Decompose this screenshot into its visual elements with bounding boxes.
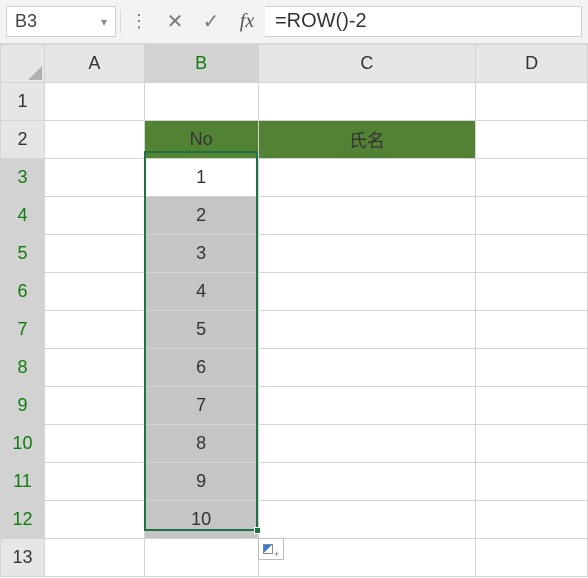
- cell-a9[interactable]: [44, 387, 144, 425]
- row-head-2[interactable]: 2: [1, 121, 45, 159]
- cell-a8[interactable]: [44, 349, 144, 387]
- cell-d7[interactable]: [476, 311, 588, 349]
- cell-b7[interactable]: 5: [144, 311, 258, 349]
- row-head-7[interactable]: 7: [1, 311, 45, 349]
- row-head-6[interactable]: 6: [1, 273, 45, 311]
- plus-icon: +: [274, 549, 279, 559]
- cell-b2-header-no[interactable]: No: [144, 121, 258, 159]
- enter-icon[interactable]: ✓: [193, 0, 229, 43]
- cell-d10[interactable]: [476, 425, 588, 463]
- cell-c5[interactable]: [258, 235, 476, 273]
- cell-d12[interactable]: [476, 501, 588, 539]
- cell-d5[interactable]: [476, 235, 588, 273]
- cell-a5[interactable]: [44, 235, 144, 273]
- more-icon[interactable]: ⋮: [121, 0, 157, 43]
- cell-d2[interactable]: [476, 121, 588, 159]
- col-head-b[interactable]: B: [144, 45, 258, 83]
- cell-b12[interactable]: 10: [144, 501, 258, 539]
- row-head-11[interactable]: 11: [1, 463, 45, 501]
- fx-icon[interactable]: fx: [229, 0, 265, 43]
- cell-c2-header-name[interactable]: 氏名: [258, 121, 476, 159]
- cell-c4[interactable]: [258, 197, 476, 235]
- cell-a10[interactable]: [44, 425, 144, 463]
- cell-b6[interactable]: 4: [144, 273, 258, 311]
- cell-b10[interactable]: 8: [144, 425, 258, 463]
- cell-a6[interactable]: [44, 273, 144, 311]
- cell-c6[interactable]: [258, 273, 476, 311]
- row-head-4[interactable]: 4: [1, 197, 45, 235]
- fill-handle[interactable]: [254, 527, 261, 534]
- chevron-down-icon[interactable]: ▾: [101, 15, 107, 29]
- col-head-c[interactable]: C: [258, 45, 476, 83]
- name-box-value: B3: [15, 11, 37, 32]
- formula-text: =ROW()-2: [275, 10, 367, 33]
- cell-c10[interactable]: [258, 425, 476, 463]
- select-all-corner[interactable]: [1, 45, 45, 83]
- row-head-10[interactable]: 10: [1, 425, 45, 463]
- name-box[interactable]: B3 ▾: [6, 6, 116, 37]
- cell-d1[interactable]: [476, 83, 588, 121]
- cell-d3[interactable]: [476, 159, 588, 197]
- cell-c7[interactable]: [258, 311, 476, 349]
- row-head-9[interactable]: 9: [1, 387, 45, 425]
- cell-b13[interactable]: [144, 539, 258, 577]
- autofill-options-button[interactable]: +: [258, 538, 284, 560]
- row-head-8[interactable]: 8: [1, 349, 45, 387]
- cancel-icon[interactable]: ✕: [157, 0, 193, 43]
- cell-c11[interactable]: [258, 463, 476, 501]
- cell-b11[interactable]: 9: [144, 463, 258, 501]
- cell-a1[interactable]: [44, 83, 144, 121]
- cell-a7[interactable]: [44, 311, 144, 349]
- grid-table: A B C D 1 2 No 氏名 3 1 4 2: [0, 44, 588, 577]
- cell-b1[interactable]: [144, 83, 258, 121]
- cell-c1[interactable]: [258, 83, 476, 121]
- cell-b5[interactable]: 3: [144, 235, 258, 273]
- cell-d8[interactable]: [476, 349, 588, 387]
- cell-b4[interactable]: 2: [144, 197, 258, 235]
- cell-a13[interactable]: [44, 539, 144, 577]
- cell-a4[interactable]: [44, 197, 144, 235]
- cell-d6[interactable]: [476, 273, 588, 311]
- cell-a12[interactable]: [44, 501, 144, 539]
- spreadsheet-grid: A B C D 1 2 No 氏名 3 1 4 2: [0, 44, 588, 577]
- row-head-1[interactable]: 1: [1, 83, 45, 121]
- cell-d13[interactable]: [476, 539, 588, 577]
- cell-a11[interactable]: [44, 463, 144, 501]
- autofill-icon: [263, 544, 273, 554]
- formula-bar: B3 ▾ ⋮ ✕ ✓ fx =ROW()-2: [0, 0, 588, 44]
- cell-b8[interactable]: 6: [144, 349, 258, 387]
- cell-d4[interactable]: [476, 197, 588, 235]
- cell-c13[interactable]: [258, 539, 476, 577]
- col-head-a[interactable]: A: [44, 45, 144, 83]
- cell-d9[interactable]: [476, 387, 588, 425]
- cell-c12[interactable]: [258, 501, 476, 539]
- row-head-5[interactable]: 5: [1, 235, 45, 273]
- formula-input[interactable]: =ROW()-2: [265, 6, 582, 37]
- cell-a2[interactable]: [44, 121, 144, 159]
- row-head-13[interactable]: 13: [1, 539, 45, 577]
- cell-c8[interactable]: [258, 349, 476, 387]
- cell-d11[interactable]: [476, 463, 588, 501]
- cell-b9[interactable]: 7: [144, 387, 258, 425]
- row-head-3[interactable]: 3: [1, 159, 45, 197]
- col-head-d[interactable]: D: [476, 45, 588, 83]
- cell-a3[interactable]: [44, 159, 144, 197]
- row-head-12[interactable]: 12: [1, 501, 45, 539]
- cell-c9[interactable]: [258, 387, 476, 425]
- cell-b3[interactable]: 1: [144, 159, 258, 197]
- cell-c3[interactable]: [258, 159, 476, 197]
